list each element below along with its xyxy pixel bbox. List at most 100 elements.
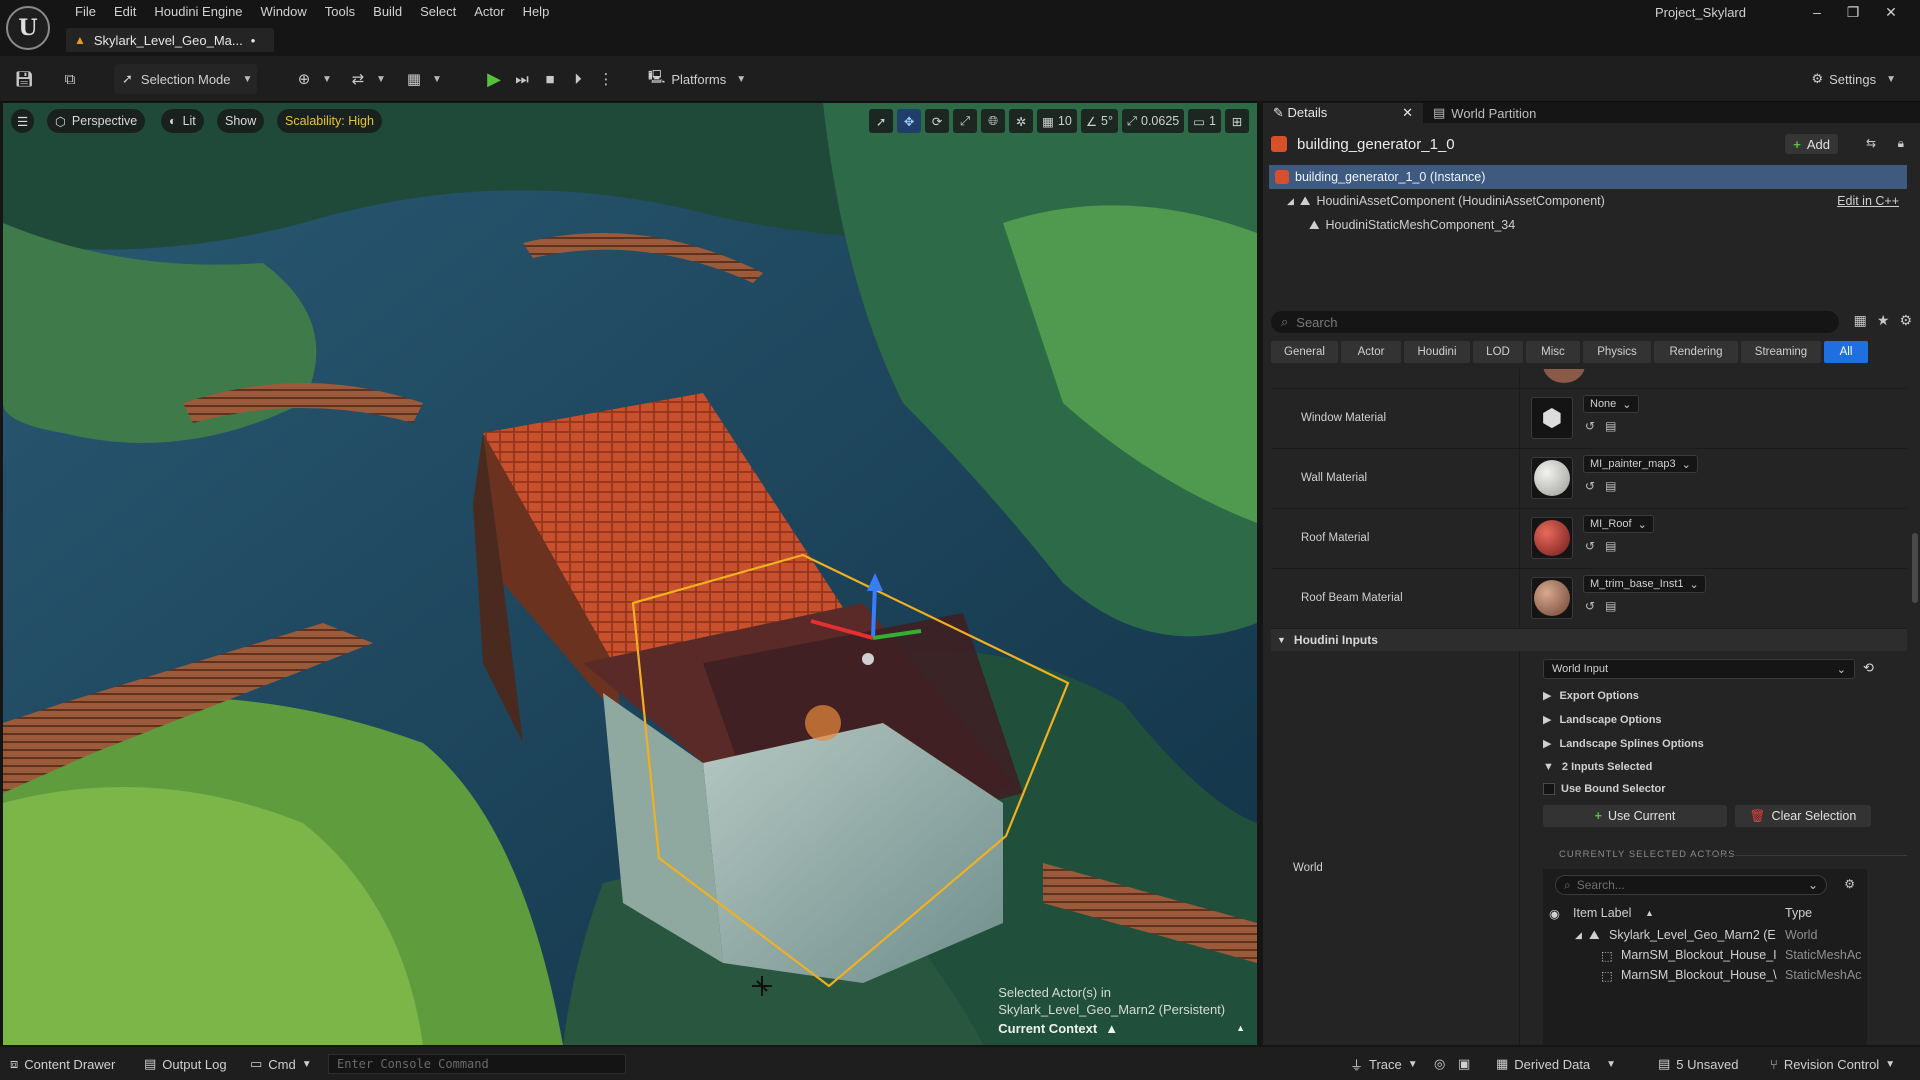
- camera-speed-button[interactable]: ▭ 1: [1188, 109, 1221, 133]
- filter-rendering[interactable]: Rendering: [1654, 341, 1738, 363]
- window-material-thumbnail[interactable]: ⬢: [1531, 397, 1573, 439]
- tab-world-partition[interactable]: ▤ World Partition: [1423, 103, 1546, 123]
- edit-in-cpp-link[interactable]: Edit in C++: [1837, 194, 1899, 208]
- blueprint-button[interactable]: ⇄ ▼: [344, 64, 386, 94]
- menu-file[interactable]: File: [66, 3, 105, 21]
- details-search-input[interactable]: ⌕ Search: [1271, 311, 1839, 333]
- browse-icon[interactable]: ▤: [1605, 479, 1616, 493]
- select-tool-icon[interactable]: ➚: [869, 109, 894, 133]
- world-space-icon[interactable]: 🌐︎: [981, 109, 1006, 133]
- unsaved-button[interactable]: ▤ 5 Unsaved: [1658, 1054, 1738, 1074]
- cinematics-button[interactable]: ▦ ▼: [400, 64, 442, 94]
- view-mode-button[interactable]: ◐ Lit: [161, 109, 204, 133]
- roof-beam-material-dropdown[interactable]: M_trim_base_Inst1 ⌄: [1583, 575, 1706, 593]
- content-browse-icon[interactable]: ⧉: [56, 64, 84, 94]
- browse-icon[interactable]: ▤: [1605, 599, 1616, 613]
- menu-tools[interactable]: Tools: [316, 3, 364, 21]
- roof-material-dropdown[interactable]: MI_Roof ⌄: [1583, 515, 1654, 533]
- rotate-tool-icon[interactable]: ⟳: [925, 109, 950, 133]
- clear-selection-button[interactable]: 🗑︎ Clear Selection: [1735, 805, 1871, 827]
- inputs-selected-expander[interactable]: ▼ 2 Inputs Selected: [1543, 761, 1652, 773]
- step-icon[interactable]: ⏭: [508, 65, 536, 93]
- gear-icon[interactable]: ⚙: [1899, 312, 1912, 329]
- landscape-options-expander[interactable]: ▶ Landscape Options: [1543, 713, 1662, 727]
- wall-material-dropdown[interactable]: MI_painter_map3 ⌄: [1583, 455, 1698, 473]
- stop-icon[interactable]: ■: [536, 65, 564, 93]
- menu-actor[interactable]: Actor: [465, 3, 513, 21]
- cmd-dropdown[interactable]: ▭ Cmd ▼: [250, 1054, 312, 1074]
- current-context[interactable]: Current Context ▲ ▲: [998, 1020, 1245, 1037]
- star-icon[interactable]: ★: [1877, 312, 1890, 329]
- translate-tool-icon[interactable]: ✥: [897, 109, 922, 133]
- menu-build[interactable]: Build: [364, 3, 411, 21]
- menu-edit[interactable]: Edit: [105, 3, 145, 21]
- gear-icon[interactable]: ⚙: [1844, 877, 1855, 891]
- eye-icon[interactable]: ◉: [1549, 906, 1560, 921]
- save-icon[interactable]: 💾︎: [10, 64, 38, 94]
- filter-houdini[interactable]: Houdini: [1404, 341, 1470, 363]
- wall-material-thumbnail[interactable]: [1531, 457, 1573, 499]
- add-actor-button[interactable]: ⊕ ▼: [290, 64, 332, 94]
- roof-beam-material-thumbnail[interactable]: [1531, 577, 1573, 619]
- table-view-icon[interactable]: ▦: [1854, 312, 1867, 329]
- maximize-icon[interactable]: ❐: [1838, 2, 1868, 22]
- window-material-dropdown[interactable]: None ⌄: [1583, 395, 1639, 413]
- actor-name[interactable]: building_generator_1_0: [1297, 136, 1455, 153]
- menu-houdini-engine[interactable]: Houdini Engine: [145, 3, 251, 21]
- use-bound-selector-checkbox[interactable]: Use Bound Selector: [1543, 783, 1666, 795]
- perspective-button[interactable]: ⬡ Perspective: [47, 109, 146, 133]
- level-document-tab[interactable]: ▲ Skylark_Level_Geo_Ma... •: [66, 28, 274, 52]
- close-window-icon[interactable]: ✕: [1876, 2, 1906, 22]
- browse-icon[interactable]: ▤: [1605, 419, 1616, 433]
- grid-snap-button[interactable]: ▦ 10: [1037, 109, 1077, 133]
- surface-snap-icon[interactable]: ✲: [1009, 109, 1034, 133]
- use-current-button[interactable]: + Use Current: [1543, 805, 1727, 827]
- viewport-menu-button[interactable]: ☰: [11, 109, 35, 133]
- play-icon[interactable]: ▶: [480, 65, 508, 93]
- menu-window[interactable]: Window: [252, 3, 316, 21]
- reset-icon[interactable]: ↺: [1585, 479, 1595, 493]
- roof-material-thumbnail[interactable]: [1531, 517, 1573, 559]
- filter-all[interactable]: All: [1824, 341, 1868, 363]
- settings-button[interactable]: ⚙ Settings ▼: [1811, 64, 1896, 94]
- filter-actor[interactable]: Actor: [1341, 341, 1401, 363]
- landscape-splines-expander[interactable]: ▶ Landscape Splines Options: [1543, 737, 1704, 751]
- blueprint-convert-icon[interactable]: ⇆: [1866, 136, 1876, 150]
- houdini-inputs-header[interactable]: ▼ Houdini Inputs: [1271, 629, 1907, 651]
- refresh-icon[interactable]: ⟲: [1863, 660, 1874, 676]
- list-item[interactable]: ⬚ MarnSM_Blockout_House_\ StaticMeshAc: [1543, 965, 1867, 985]
- screenshot-icon[interactable]: ▣: [1458, 1054, 1470, 1074]
- close-tab-icon[interactable]: ✕: [1402, 105, 1413, 121]
- play-options-icon[interactable]: ⏵: [564, 65, 592, 93]
- viewport-layout-icon[interactable]: ⊞: [1225, 109, 1249, 133]
- reset-icon[interactable]: ↺: [1585, 419, 1595, 433]
- actor-list-search-input[interactable]: ⌕ Search... ⌄: [1555, 875, 1827, 895]
- browse-icon[interactable]: ▤: [1605, 539, 1616, 553]
- output-log-button[interactable]: ▤ Output Log: [144, 1054, 227, 1074]
- details-scrollbar[interactable]: [1912, 533, 1918, 603]
- filter-misc[interactable]: Misc: [1526, 341, 1580, 363]
- filter-general[interactable]: General: [1271, 341, 1338, 363]
- component-houdini-asset[interactable]: ◢ ⛰ HoudiniAssetComponent (HoudiniAssetC…: [1269, 189, 1907, 213]
- show-button[interactable]: Show: [217, 109, 265, 133]
- component-static-mesh[interactable]: ⛰ HoudiniStaticMeshComponent_34: [1269, 213, 1907, 237]
- item-label-column[interactable]: Item Label: [1573, 906, 1631, 920]
- unreal-logo-icon[interactable]: U: [6, 6, 50, 50]
- revision-control-button[interactable]: ⑂ Revision Control ▼: [1770, 1054, 1895, 1074]
- content-drawer-button[interactable]: ⧈ Content Drawer: [10, 1054, 115, 1074]
- filter-lod[interactable]: LOD: [1473, 341, 1523, 363]
- rotation-snap-button[interactable]: ∠ 5°: [1080, 109, 1118, 133]
- scale-snap-button[interactable]: ⤢ 0.0625: [1121, 109, 1185, 133]
- list-item[interactable]: ⬚ MarnSM_Blockout_House_I StaticMeshAc: [1543, 945, 1867, 965]
- lock-icon[interactable]: 🔒︎: [1898, 136, 1904, 151]
- export-options-expander[interactable]: ▶ Export Options: [1543, 689, 1639, 703]
- component-instance[interactable]: building_generator_1_0 (Instance): [1269, 165, 1907, 189]
- trace-dropdown[interactable]: ⏚ Trace ▼: [1350, 1054, 1418, 1074]
- live-coding-icon[interactable]: ◎: [1434, 1054, 1445, 1074]
- scalability-button[interactable]: Scalability: High: [277, 109, 382, 133]
- menu-select[interactable]: Select: [411, 3, 465, 21]
- tab-details[interactable]: ✎ Details ✕: [1263, 103, 1423, 123]
- scale-tool-icon[interactable]: ⤢: [953, 109, 978, 133]
- reset-icon[interactable]: ↺: [1585, 539, 1595, 553]
- console-command-input[interactable]: Enter Console Command: [328, 1054, 626, 1074]
